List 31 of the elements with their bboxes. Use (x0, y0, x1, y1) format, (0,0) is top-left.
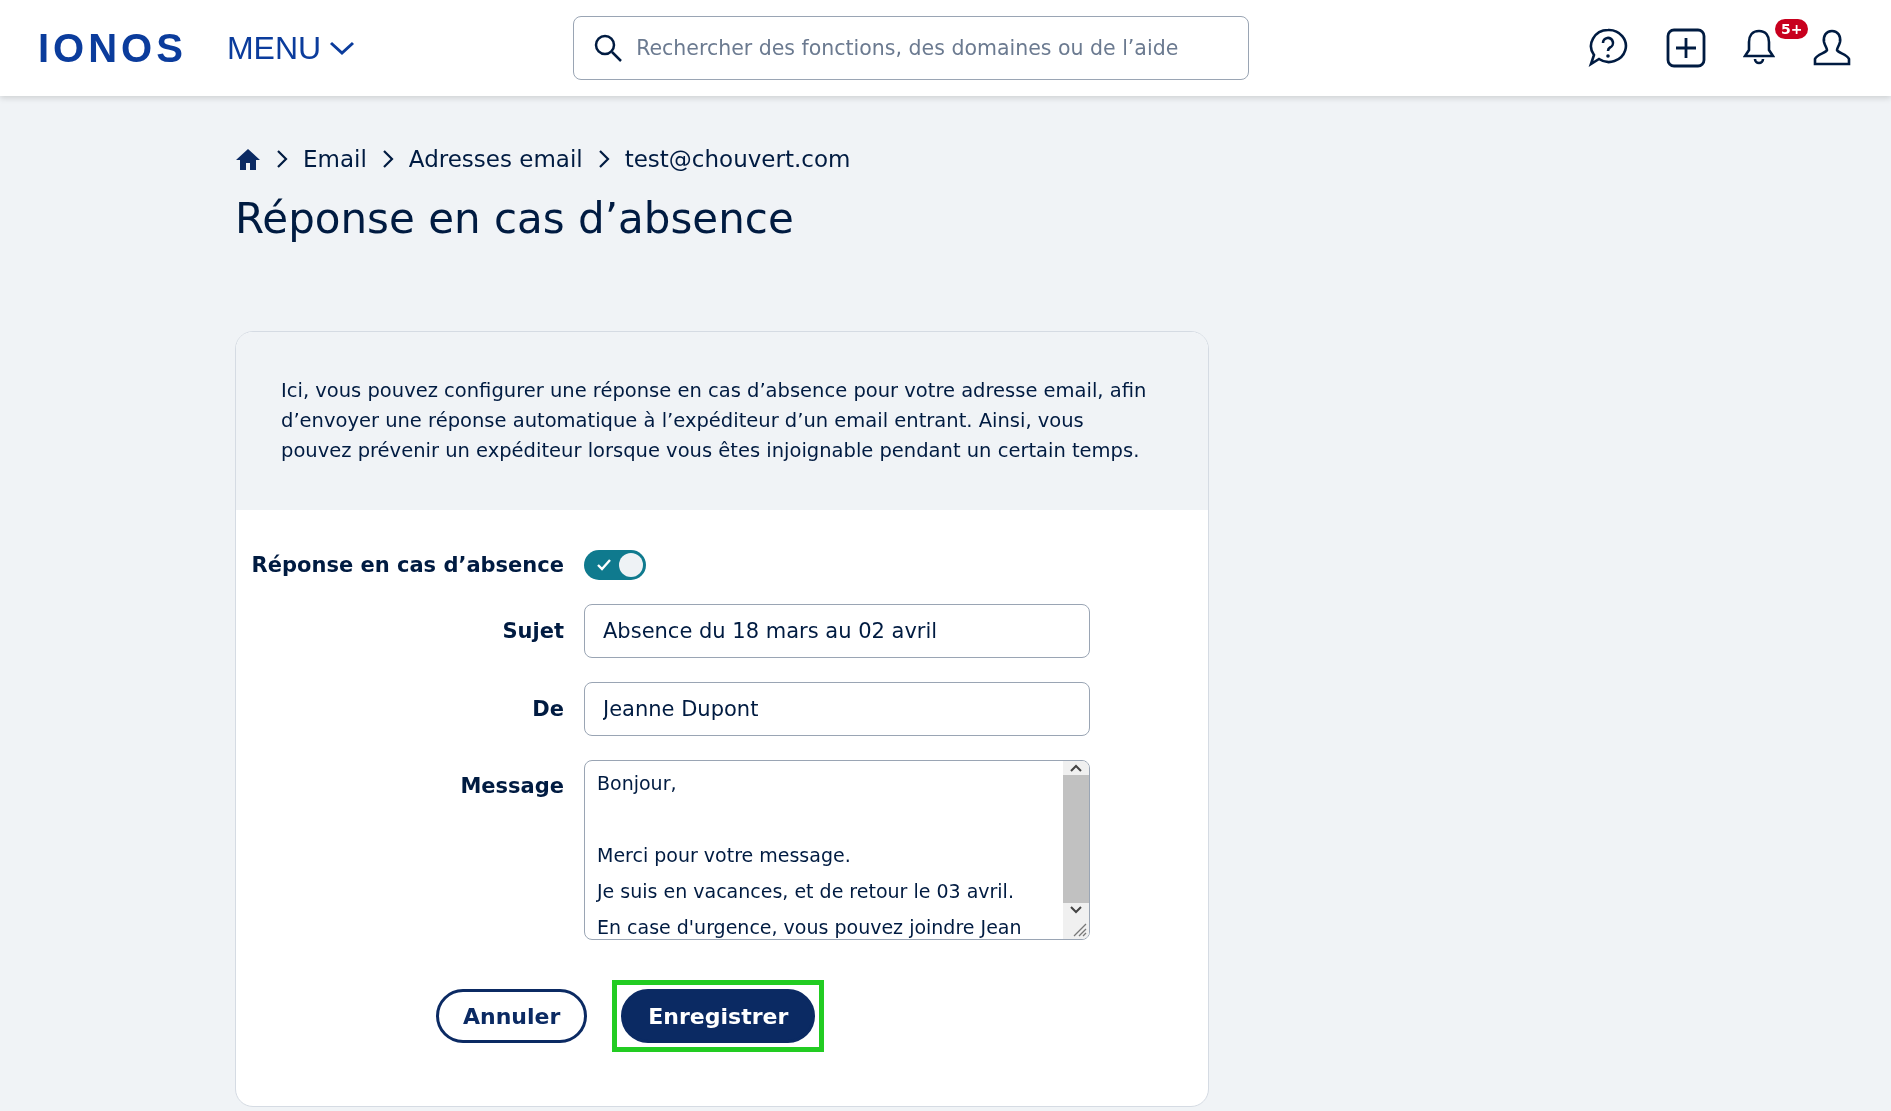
scrollbar[interactable] (1063, 761, 1089, 939)
intro-text: Ici, vous pouvez configurer une réponse en cas d’absence pour votre adresse email, afin d’envoyer une réponse automatique à l’expéditeur d’un email entrant. Ainsi, vous pouvez prévenir un expéditeur lorsque vous êtes injoignable pendant un certain temps. (236, 332, 1208, 510)
menu-button[interactable]: MENU (226, 29, 356, 67)
chevron-down-icon (329, 40, 356, 56)
toggle-label: Réponse en cas d’absence (251, 553, 564, 577)
save-button[interactable]: Enregistrer (612, 980, 825, 1052)
breadcrumb-link[interactable]: Adresses email (408, 146, 583, 172)
logo[interactable]: IONOS (38, 28, 187, 68)
breadcrumb-link[interactable]: Email (303, 146, 367, 172)
scroll-down-icon[interactable] (1069, 905, 1083, 915)
notification-badge: 5+ (1775, 19, 1809, 39)
scroll-up-icon[interactable] (1069, 763, 1083, 773)
home-icon[interactable] (235, 147, 261, 171)
toggle-switch[interactable] (584, 550, 646, 580)
resize-handle-icon[interactable] (1071, 921, 1087, 937)
chevron-right-icon (380, 148, 395, 170)
search-icon (593, 33, 624, 63)
help-icon[interactable] (1587, 27, 1629, 69)
bell-icon[interactable] (1743, 29, 1775, 67)
chevron-right-icon (596, 148, 611, 170)
chevron-right-icon (275, 148, 289, 170)
search-field[interactable]: Rechercher des fonctions, des domaines ou de l’aide (573, 16, 1250, 80)
text-input[interactable]: Absence du 18 mars au 02 avril (584, 604, 1090, 658)
field-label: De (532, 697, 564, 721)
page-title: Réponse en cas d’absence (235, 194, 795, 243)
field-label: Message (460, 774, 564, 798)
field-label: Sujet (502, 619, 564, 643)
message-textarea[interactable]: Bonjour, Merci pour votre message. Je suis en vacances, et de retour le 03 avril. En case d'urgence, vous pouvez joindre Jean (584, 760, 1090, 940)
breadcrumb-link[interactable]: test@chouvert.com (624, 146, 851, 172)
check-icon (596, 558, 612, 572)
add-icon[interactable] (1665, 27, 1707, 69)
